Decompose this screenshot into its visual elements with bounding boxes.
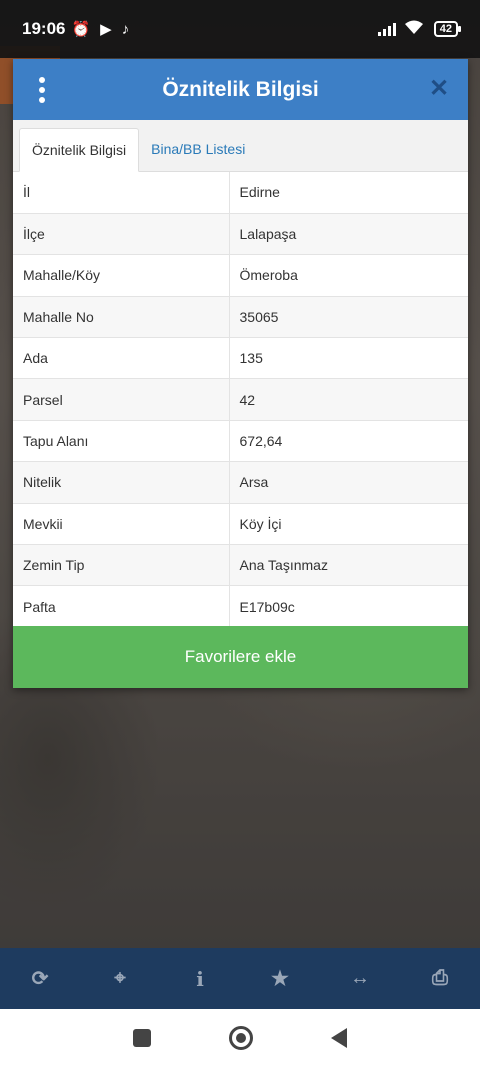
row-value: Edirne xyxy=(229,172,468,214)
row-key: Mevkii xyxy=(13,503,230,546)
table-row: Zemin Tip Ana Taşınmaz xyxy=(13,544,468,587)
table-row: Pafta E17b09c xyxy=(13,585,468,628)
back-button[interactable] xyxy=(331,1028,347,1048)
row-value: Köy İçi xyxy=(229,503,468,546)
refresh-icon[interactable]: ⟳ xyxy=(20,966,60,991)
play-icon: ▶ xyxy=(100,21,112,38)
table-row: Tapu Alanı 672,64 xyxy=(13,420,468,463)
attribute-table: İl Edirne İlçe Lalapaşa Mahalle/Köy Ömeroba… xyxy=(13,172,468,628)
row-value: 135 xyxy=(229,337,468,380)
add-to-favorites-button[interactable]: Favorilere ekle xyxy=(13,626,468,688)
row-key: İl xyxy=(13,172,230,214)
table-row: Mahalle No 35065 xyxy=(13,296,468,339)
close-icon[interactable]: ✕ xyxy=(424,74,454,104)
row-key: İlçe xyxy=(13,213,230,256)
row-key: Mahalle No xyxy=(13,296,230,339)
table-row: İl Edirne xyxy=(13,172,468,214)
row-value: Ana Taşınmaz xyxy=(229,544,468,587)
tab-bar: Öznitelik Bilgisi Bina/BB Listesi xyxy=(13,120,468,172)
locate-icon[interactable]: ⌖ xyxy=(100,967,140,990)
battery-icon: 42 xyxy=(433,21,462,37)
row-value: 672,64 xyxy=(229,420,468,463)
star-icon[interactable]: ★ xyxy=(260,966,300,991)
row-value: Lalapaşa xyxy=(229,213,468,256)
row-key: Nitelik xyxy=(13,461,230,504)
row-key: Ada xyxy=(13,337,230,380)
more-vertical-icon[interactable] xyxy=(35,77,49,103)
dialog-title: Öznitelik Bilgisi xyxy=(162,77,319,101)
row-value: 42 xyxy=(229,378,468,421)
row-value: 35065 xyxy=(229,296,468,339)
row-value: Ömeroba xyxy=(229,254,468,297)
row-key: Parsel xyxy=(13,378,230,421)
row-key: Mahalle/Köy xyxy=(13,254,230,297)
attribute-dialog: Öznitelik Bilgisi ✕ Öznitelik Bilgisi Bi… xyxy=(13,59,468,688)
system-navigation-bar xyxy=(0,1009,480,1067)
table-row: Nitelik Arsa xyxy=(13,461,468,504)
recent-apps-button[interactable] xyxy=(133,1029,151,1047)
dialog-header: Öznitelik Bilgisi ✕ xyxy=(13,59,468,120)
map-toolbar: ⟳ ⌖ i ★ ↔ ⎙ xyxy=(0,948,480,1009)
table-row: Parsel 42 xyxy=(13,378,468,421)
table-row: Mevkii Köy İçi xyxy=(13,503,468,546)
tiktok-icon: ♪ xyxy=(121,20,130,38)
row-key: Pafta xyxy=(13,585,230,628)
tab-attribute-info[interactable]: Öznitelik Bilgisi xyxy=(19,128,140,172)
status-time: 19:06 xyxy=(22,19,66,38)
table-row: Mahalle/Köy Ömeroba xyxy=(13,254,468,297)
row-value: Arsa xyxy=(229,461,468,504)
row-key: Tapu Alanı xyxy=(13,420,230,463)
table-row: İlçe Lalapaşa xyxy=(13,213,468,256)
status-bar: 19:06 ⏰ ▶ ♪ 42 xyxy=(0,0,480,58)
print-icon[interactable]: ⎙ xyxy=(420,967,460,990)
row-value: E17b09c xyxy=(229,585,468,628)
measure-icon[interactable]: ↔ xyxy=(340,967,380,990)
wifi-icon xyxy=(404,19,424,39)
row-key: Zemin Tip xyxy=(13,544,230,587)
alarm-icon: ⏰ xyxy=(71,21,91,38)
signal-icon xyxy=(377,22,396,36)
tab-building-list[interactable]: Bina/BB Listesi xyxy=(139,127,257,171)
info-icon[interactable]: i xyxy=(180,967,220,991)
table-row: Ada 135 xyxy=(13,337,468,380)
home-button[interactable] xyxy=(229,1026,253,1050)
